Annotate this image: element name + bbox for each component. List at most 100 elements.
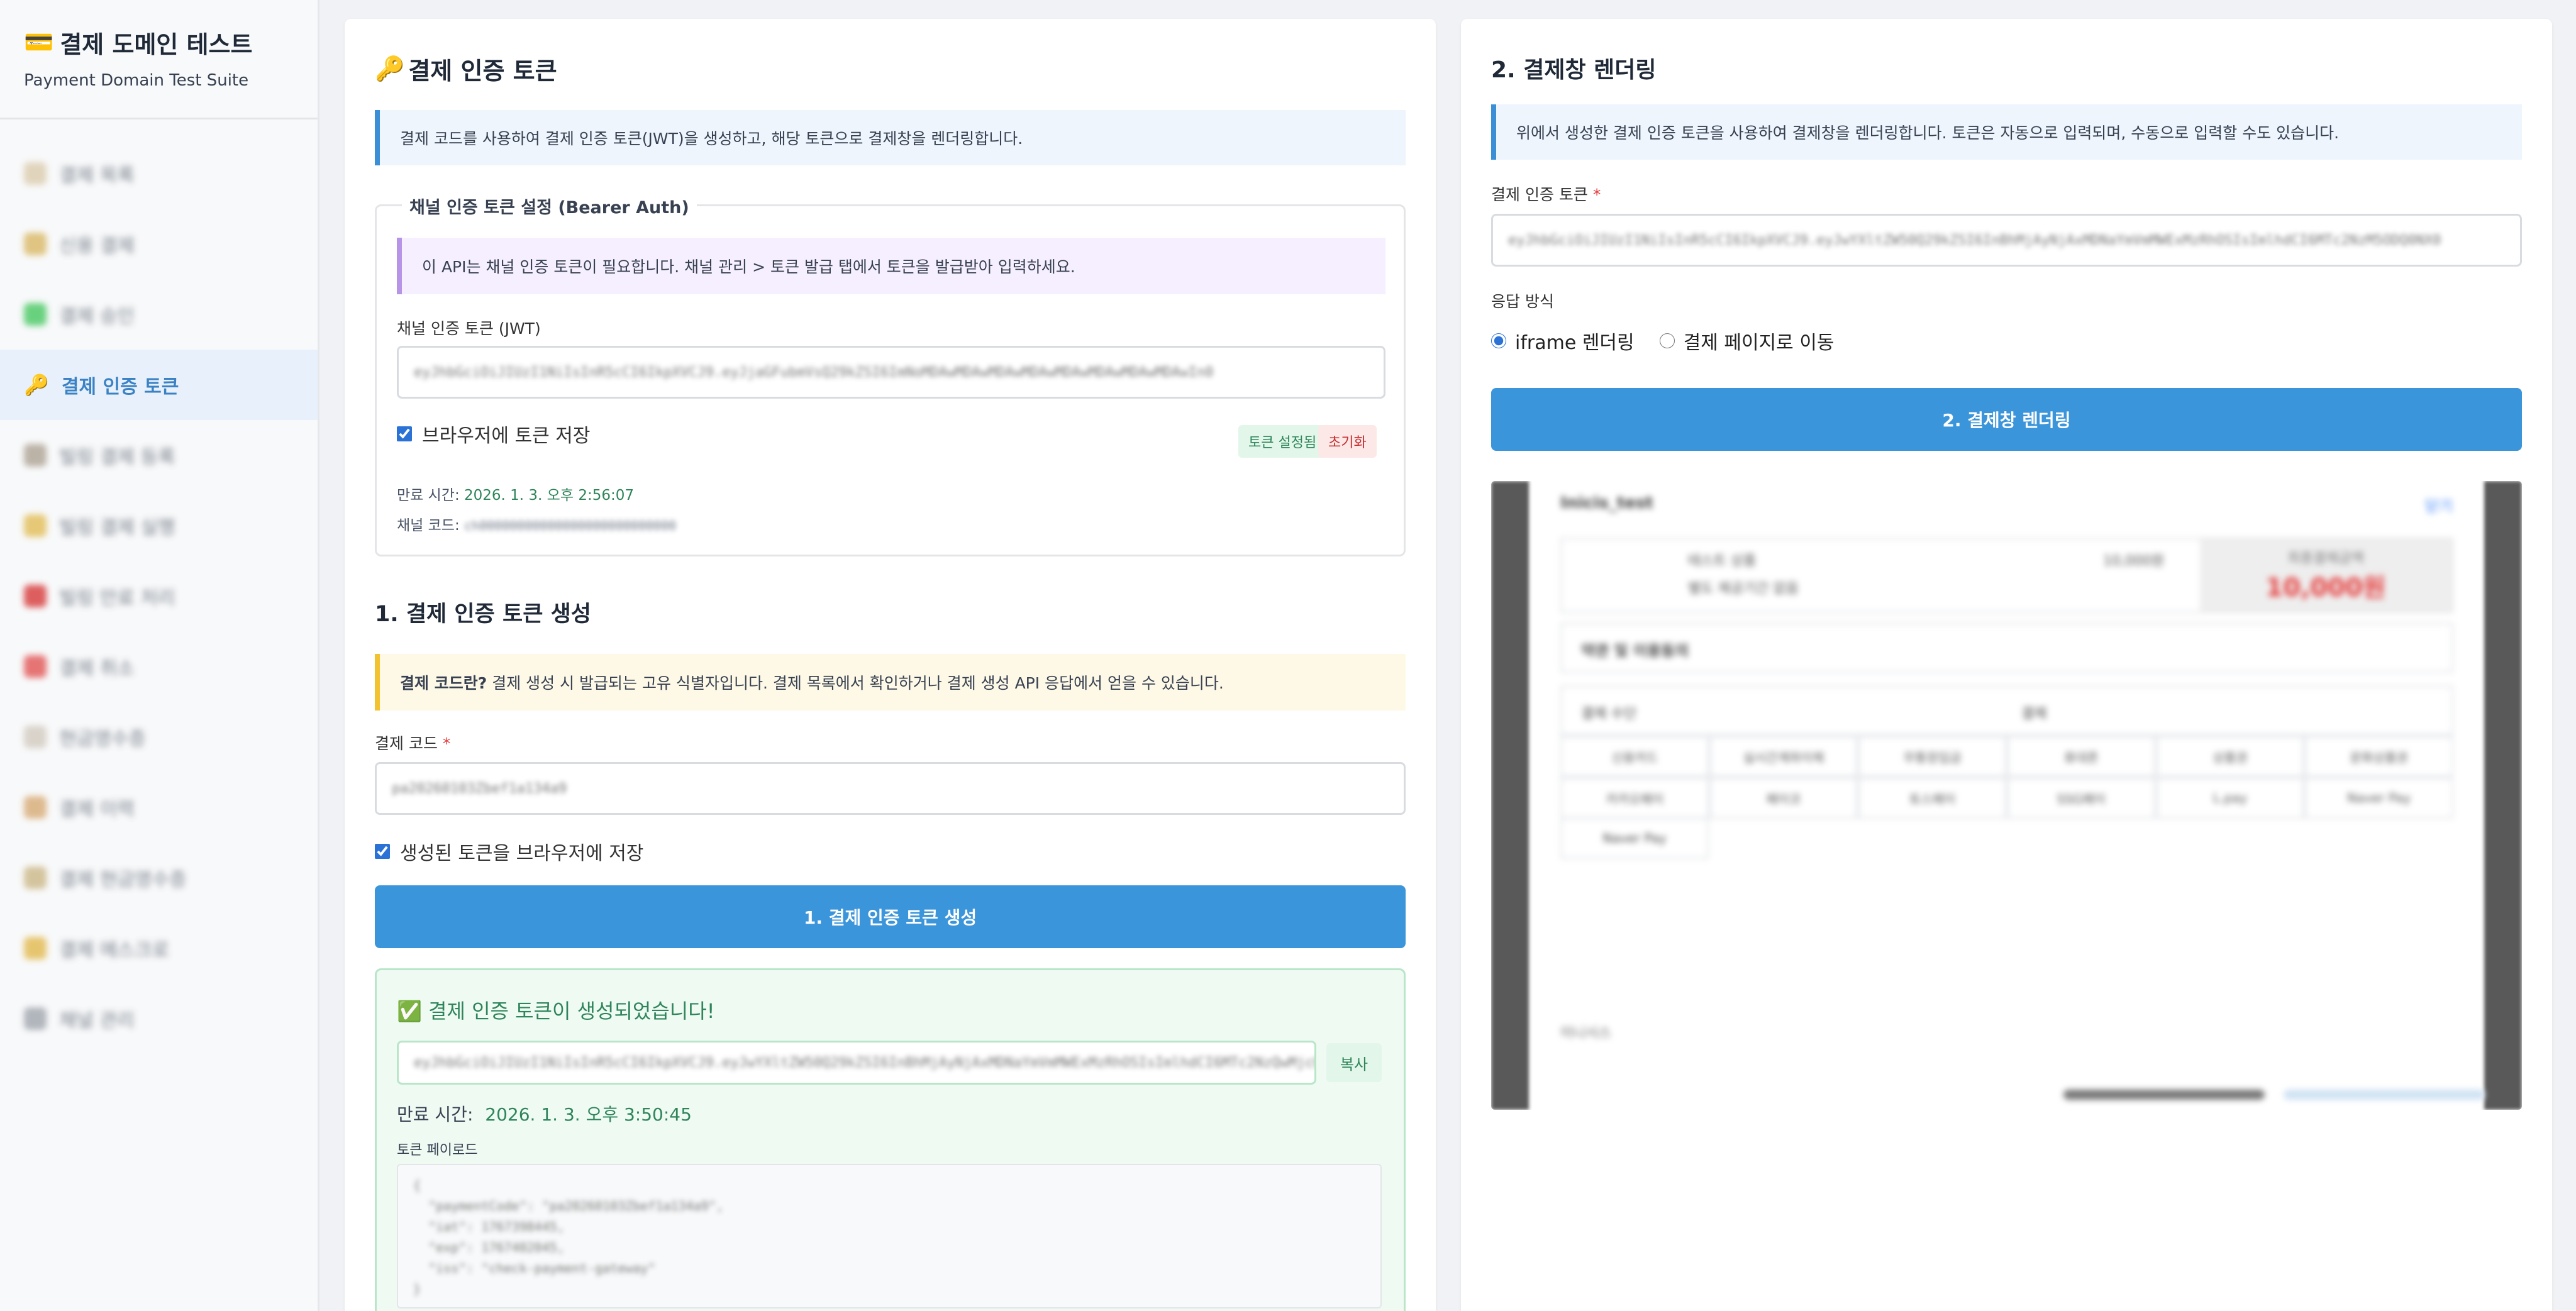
generated-token-input[interactable]: eyJhbGciOiJIUzI1NiIsInR5cCI6IkpXVCJ9.eyJ… [397, 1041, 1316, 1085]
key-icon: 🔑 [24, 373, 49, 397]
sidebar-item-12[interactable]: 채널 관리 [0, 983, 318, 1054]
channel-notice: 이 API는 채널 인증 토큰이 필요합니다. 채널 관리 > 토큰 발급 탭에… [397, 238, 1385, 294]
sidebar-item-5[interactable]: 빌링 결제 실행 [0, 490, 318, 561]
required-mark: * [1592, 185, 1601, 204]
render-token-label-text: 결제 인증 토큰 [1491, 185, 1588, 204]
brand: 💳 결제 도메인 테스트 Payment Domain Test Suite [0, 0, 318, 119]
token-result-title: ✅ 결제 인증 토큰이 생성되었습니다! [397, 999, 715, 1023]
preview-terms: 약관 및 이용동의 [1560, 622, 2453, 673]
channel-expiry-label: 만료 시간: [397, 487, 460, 504]
sidebar-item-10[interactable]: 결제 현금영수증 [0, 843, 318, 913]
sidebar-item-label: 결제 목록 [59, 165, 135, 187]
preview-method-2: 결제 [2021, 706, 2047, 722]
mode-iframe-option[interactable]: iframe 렌더링 [1491, 327, 1635, 355]
sidebar-item-label: 결제 에스크로 [59, 939, 170, 961]
render-panel: 2. 결제창 렌더링 위에서 생성한 결제 인증 토큰을 사용하여 결제창을 렌… [1461, 19, 2552, 1311]
preview-pay-method: Naver Pay [2304, 777, 2453, 819]
render-info-text: 위에서 생성한 결제 인증 토큰을 사용하여 결제창을 렌더링합니다. 토큰은 … [1516, 124, 2340, 142]
clipboard-icon [24, 162, 47, 185]
sidebar-item-8[interactable]: 현금영수증 [0, 702, 318, 772]
sidebar: 💳 결제 도메인 테스트 Payment Domain Test Suite 결… [0, 0, 319, 1311]
sidebar-item-7[interactable]: 결제 취소 [0, 631, 318, 702]
channel-expiry-value: 2026. 1. 3. 오후 2:56:07 [464, 487, 634, 504]
sidebar-item-label: 빌링 결제 실행 [59, 517, 175, 539]
preview-scrollbar[interactable] [2063, 1090, 2265, 1100]
sidebar-item-3[interactable]: 🔑 결제 인증 토큰 [0, 350, 318, 420]
preview-content: Inicis_test 닫기 테스트 상품 10,000원 별도 제공기간 없음… [1529, 481, 2485, 1110]
token-expiry: 만료 시간: 2026. 1. 3. 오후 3:50:45 [397, 1101, 692, 1126]
sidebar-item-label: 결제 취소 [59, 658, 135, 680]
render-token-input[interactable]: eyJhbGciOiJIUzI1NiIsInR5cCI6IkpXVCJ9.eyJ… [1491, 214, 2522, 267]
preview-right-edge [2484, 481, 2522, 1110]
credit-card-icon: 💳 [24, 28, 54, 56]
preview-close: 닫기 [2424, 497, 2453, 515]
payload-line: "paymentCode": "pa20260103Zbef1a134a9", [413, 1198, 724, 1214]
save-generated-token-label: 생성된 토큰을 브라우저에 저장 [400, 843, 644, 865]
channel-code-label: 채널 코드: [397, 517, 460, 534]
sidebar-item-label: 현금영수증 [59, 728, 146, 750]
generate-section-title: 1. 결제 인증 토큰 생성 [375, 602, 591, 627]
channel-token-fieldset: 채널 인증 토큰 설정 (Bearer Auth) 이 API는 채널 인증 토… [375, 194, 1406, 556]
save-generated-token-checkbox[interactable]: 생성된 토큰을 브라우저에 저장 [375, 838, 643, 865]
lock-icon [24, 937, 47, 960]
payment-code-label: 결제 코드 * [375, 731, 450, 754]
mode-page-radio[interactable] [1659, 333, 1675, 348]
link-icon [24, 444, 47, 467]
sidebar-item-1[interactable]: 신용 결제 [0, 209, 318, 279]
generate-token-button[interactable]: 1. 결제 인증 토큰 생성 [375, 885, 1406, 948]
preview-total-price: 10,000원 [2265, 573, 2386, 602]
render-payment-button[interactable]: 2. 결제창 렌더링 [1491, 388, 2522, 451]
mode-page-option[interactable]: 결제 페이지로 이동 [1659, 327, 1835, 355]
token-payload-box: { "paymentCode": "pa20260103Zbef1a134a9"… [397, 1164, 1382, 1308]
token-result-box: ✅ 결제 인증 토큰이 생성되었습니다! eyJhbGciOiJIUzI1NiI… [375, 968, 1406, 1311]
sidebar-item-4[interactable]: 빌링 결제 등록 [0, 420, 318, 490]
channel-code: 채널 코드: ch00000000000000000000000000 [397, 513, 676, 534]
payment-window-iframe[interactable]: Inicis_test 닫기 테스트 상품 10,000원 별도 제공기간 없음… [1491, 481, 2522, 1110]
sidebar-item-2[interactable]: 결제 승인 [0, 279, 318, 350]
preview-total-label: 최종결제금액 [2287, 551, 2364, 567]
payload-line: "iat": 1767398445, [413, 1219, 565, 1234]
token-expiry-value: 2026. 1. 3. 오후 3:50:45 [485, 1104, 692, 1125]
preview-pay-method: 상품권 [2155, 736, 2305, 777]
payment-code-value: pa20260103Zbef1a134a9 [392, 780, 567, 797]
save-channel-token-check[interactable] [397, 426, 412, 441]
sidebar-item-11[interactable]: 결제 에스크로 [0, 913, 318, 983]
payload-line: { [413, 1178, 421, 1193]
mode-iframe-radio[interactable] [1491, 333, 1506, 348]
payment-code-input[interactable]: pa20260103Zbef1a134a9 [375, 762, 1406, 815]
preview-terms-title: 약관 및 이용동의 [1581, 642, 1689, 660]
page-title-text: 결제 인증 토큰 [408, 57, 557, 85]
preview-method-header: 결제 수단 결제 [1560, 685, 2453, 736]
copy-token-button[interactable]: 복사 [1326, 1043, 1382, 1082]
preview-merchant: Inicis_test [1560, 494, 1653, 512]
x-icon [24, 655, 47, 678]
payload-label: 토큰 페이로드 [397, 1142, 478, 1158]
tip-text: 결제 생성 시 발급되는 고유 식별자입니다. 결제 목록에서 확인하거나 결제… [492, 674, 1224, 692]
preview-left-edge [1491, 481, 1529, 1110]
sidebar-item-label: 결제 승인 [59, 306, 135, 328]
save-channel-token-checkbox[interactable]: 브라우저에 토큰 저장 [397, 420, 590, 448]
mode-iframe-label: iframe 렌더링 [1515, 332, 1635, 354]
channel-token-value: eyJhbGciOiJIUzI1NiIsInR5cCI6IkpXVCJ9.eyJ… [414, 364, 1214, 380]
preview-naverpay: Naver Pay [1560, 817, 1709, 859]
payload-line: "exp": 1767402045, [413, 1240, 565, 1255]
sidebar-item-6[interactable]: 빌링 만료 처리 [0, 561, 318, 631]
sidebar-item-label: 결제 현금영수증 [59, 869, 187, 891]
reset-token-button[interactable]: 초기화 [1318, 425, 1377, 458]
save-generated-token-check[interactable] [375, 844, 390, 859]
preview-pay-method: 무통장입금 [1858, 736, 2007, 777]
response-mode-group: iframe 렌더링 결제 페이지로 이동 [1491, 327, 1835, 355]
preview-total: 최종결제금액 10,000원 [2200, 539, 2451, 611]
channel-token-input[interactable]: eyJhbGciOiJIUzI1NiIsInR5cCI6IkpXVCJ9.eyJ… [397, 346, 1385, 399]
intro-text: 결제 코드를 사용하여 결제 인증 토큰(JWT)을 생성하고, 해당 토큰으로… [400, 130, 1023, 148]
tip-title: 결제 코드란? [400, 674, 487, 692]
channel-token-label: 채널 인증 토큰 (JWT) [397, 319, 541, 338]
preview-method-grid: 신용카드 실시간계좌이체 무통장입금 휴대폰 상품권 문화상품권 카카오페이 페이코 토스페이 S… [1560, 736, 2453, 819]
sidebar-item-0[interactable]: 결제 목록 [0, 138, 318, 209]
intro-info-box: 결제 코드를 사용하여 결제 인증 토큰(JWT)을 생성하고, 해당 토큰으로… [375, 110, 1406, 165]
sidebar-item-9[interactable]: 결제 이력 [0, 772, 318, 843]
render-info-box: 위에서 생성한 결제 인증 토큰을 사용하여 결제창을 렌더링합니다. 토큰은 … [1491, 104, 2522, 160]
preview-method-1: 결제 수단 [1581, 706, 1636, 722]
mode-page-label: 결제 페이지로 이동 [1683, 332, 1835, 354]
sidebar-item-label: 채널 관리 [59, 1010, 135, 1032]
